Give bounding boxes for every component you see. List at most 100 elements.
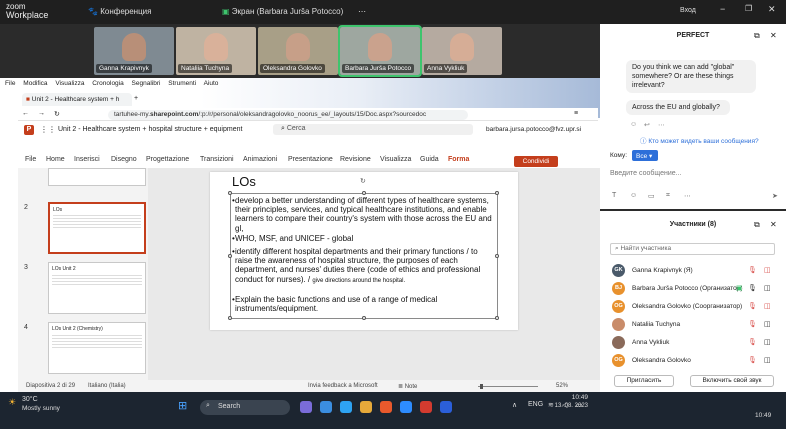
camera-off-icon[interactable]: ◫ <box>764 266 771 274</box>
teams-icon[interactable] <box>300 401 312 413</box>
camera-icon[interactable]: ◫ <box>764 284 771 292</box>
forward-icon[interactable]: → <box>38 110 45 117</box>
more-icon[interactable]: ⋯ <box>358 7 366 16</box>
minimize-icon[interactable]: − <box>720 4 725 17</box>
participant-row[interactable]: OG Oleksandra Golovko 🎙 ◫ <box>612 353 782 369</box>
zoom-app-icon[interactable] <box>400 401 412 413</box>
participant-row[interactable]: OG Oleksandra Golovko (Соорганизатор) 🎙 … <box>612 299 782 315</box>
participant-row[interactable]: GK Ganna Krapivnyk (Я) 🎙 ◫ <box>612 263 782 279</box>
share-button[interactable]: Condividi <box>514 156 558 167</box>
maximize-icon[interactable]: ❐ <box>745 4 752 17</box>
camera-off-icon[interactable]: ◫ <box>764 302 771 310</box>
recipient-dropdown[interactable]: Все ▾ <box>632 150 658 161</box>
clock-time[interactable]: 10:49 <box>548 394 588 401</box>
zoom-slider[interactable] <box>478 386 538 387</box>
tab-slideshow[interactable]: Presentazione <box>288 156 333 163</box>
mic-icon[interactable]: 🎙 <box>748 284 757 292</box>
new-tab-icon[interactable]: + <box>134 95 138 102</box>
back-icon[interactable]: ← <box>22 110 29 117</box>
clock-date[interactable]: 13. 08. 2023 <box>543 403 588 409</box>
document-title[interactable]: Unit 2 - Healthcare system + hospital st… <box>58 126 242 133</box>
participant-row[interactable]: BJ Barbara Jurša Potocco (Организатор) ▣… <box>612 281 782 297</box>
weather-desc[interactable]: Mostly sunny <box>22 405 60 412</box>
tab-review[interactable]: Revisione <box>340 156 371 163</box>
reload-icon[interactable]: ↻ <box>54 110 60 118</box>
video-tile-active-speaker[interactable]: Barbara Jurša Potocco <box>338 25 422 77</box>
menu-tools[interactable]: Strumenti <box>168 80 196 87</box>
word-icon[interactable] <box>440 401 452 413</box>
menu-bookmarks[interactable]: Segnalibri <box>132 80 161 87</box>
tab-view[interactable]: Visualizza <box>380 156 411 163</box>
rotate-handle-icon[interactable]: ↻ <box>360 177 366 185</box>
app-icon[interactable] <box>420 401 432 413</box>
firefox-icon[interactable] <box>380 401 392 413</box>
tab-file[interactable]: File <box>25 156 36 163</box>
emoji-react-icon[interactable]: ☺ <box>630 121 637 128</box>
menu-view[interactable]: Visualizza <box>55 80 84 87</box>
invite-button[interactable]: Пригласить <box>614 375 674 387</box>
tab-screen[interactable]: ▣ Экран (Barbara Jurša Potocco) <box>222 7 343 16</box>
tab-shape[interactable]: Forma <box>448 156 469 163</box>
slide-title[interactable]: LOs <box>232 174 256 189</box>
mic-muted-icon[interactable]: 🎙 <box>748 266 757 274</box>
tab-transitions[interactable]: Transizioni <box>200 156 234 163</box>
popout-icon[interactable]: ⧉ <box>754 220 760 230</box>
resize-handle[interactable] <box>495 191 499 195</box>
resize-handle[interactable] <box>495 316 499 320</box>
camera-icon[interactable]: ◫ <box>764 320 771 328</box>
close-icon[interactable]: ✕ <box>768 4 776 17</box>
panel-close-icon[interactable]: ✕ <box>770 220 777 229</box>
more-icon[interactable]: ⋯ <box>684 192 691 200</box>
slide-thumbnail[interactable]: LOs Unit 2 (Chemistry) <box>48 322 146 374</box>
participant-row[interactable]: Nataliia Tuchyna 🎙 ◫ <box>612 317 782 333</box>
slide-thumbnail-selected[interactable]: LOs <box>48 202 146 254</box>
resize-handle[interactable] <box>362 316 366 320</box>
ppt-search-input[interactable]: ⌕ Cerca <box>273 124 473 135</box>
tray-chevron-icon[interactable]: ∧ <box>512 401 517 409</box>
mic-muted-icon[interactable]: 🎙 <box>748 302 757 310</box>
chat-close-icon[interactable]: ✕ <box>770 31 777 40</box>
more-icon[interactable]: ⋯ <box>658 121 665 129</box>
visibility-link[interactable]: ⓘ Кто может видеть ваши сообщения? <box>640 135 759 145</box>
menu-file[interactable]: File <box>5 80 15 87</box>
folder-icon[interactable] <box>360 401 372 413</box>
file-explorer-icon[interactable] <box>320 401 332 413</box>
zoom-level[interactable]: 52% <box>556 383 568 389</box>
tab-help[interactable]: Guida <box>420 156 439 163</box>
emoji-icon[interactable]: ☺ <box>630 192 637 199</box>
slide-thumbnail[interactable]: LOs Unit 2 <box>48 262 146 314</box>
notes-button[interactable]: ≣ Note <box>398 383 417 390</box>
tab-animations[interactable]: Animazioni <box>243 156 277 163</box>
menu-edit[interactable]: Modifica <box>23 80 47 87</box>
camera-icon[interactable]: ◫ <box>764 338 771 346</box>
windows-start-icon[interactable]: ⊞ <box>178 399 187 412</box>
video-tile[interactable]: Ganna Krapivnyk <box>94 27 174 75</box>
taskbar-search[interactable]: ⌕ Search <box>200 400 290 415</box>
edge-icon[interactable] <box>340 401 352 413</box>
menu-history[interactable]: Cronologia <box>92 80 123 87</box>
video-tile[interactable]: Oleksandra Golovko <box>258 27 338 75</box>
feedback-link[interactable]: Invia feedback a Microsoft <box>308 383 378 389</box>
format-icon[interactable]: T <box>612 192 616 199</box>
menu-icon[interactable]: ≡ <box>574 110 578 117</box>
slide-canvas[interactable]: LOs ↻ develop a better understanding of … <box>210 172 518 330</box>
url-input[interactable]: tartuhee-my.sharepoint.com/:p:/r/persona… <box>108 110 468 120</box>
tab-conference[interactable]: 🐾 Конференция <box>88 7 151 16</box>
unmute-self-button[interactable]: Включить свой звук <box>690 375 774 387</box>
tab-design[interactable]: Progettazione <box>146 156 189 163</box>
participant-search-input[interactable]: ⌕ Найти участника <box>610 243 775 255</box>
screenshot-icon[interactable]: ⌗ <box>666 192 670 200</box>
menu-help[interactable]: Aiuto <box>204 80 219 87</box>
file-icon[interactable]: ▭ <box>648 192 655 200</box>
resize-handle[interactable] <box>362 191 366 195</box>
video-tile[interactable]: Nataliia Tuchyna <box>176 27 256 75</box>
language-status[interactable]: Italiano (Italia) <box>88 383 126 389</box>
mic-muted-icon[interactable]: 🎙 <box>748 320 757 328</box>
apps-icon[interactable]: ⋮⋮ <box>40 125 56 134</box>
tab-insert[interactable]: Inserisci <box>74 156 100 163</box>
slide-textbox[interactable]: develop a better understanding of differ… <box>228 191 499 320</box>
resize-handle[interactable] <box>228 191 232 195</box>
mic-muted-icon[interactable]: 🎙 <box>748 356 757 364</box>
tab-draw[interactable]: Disegno <box>111 156 137 163</box>
popout-icon[interactable]: ⧉ <box>754 31 760 41</box>
